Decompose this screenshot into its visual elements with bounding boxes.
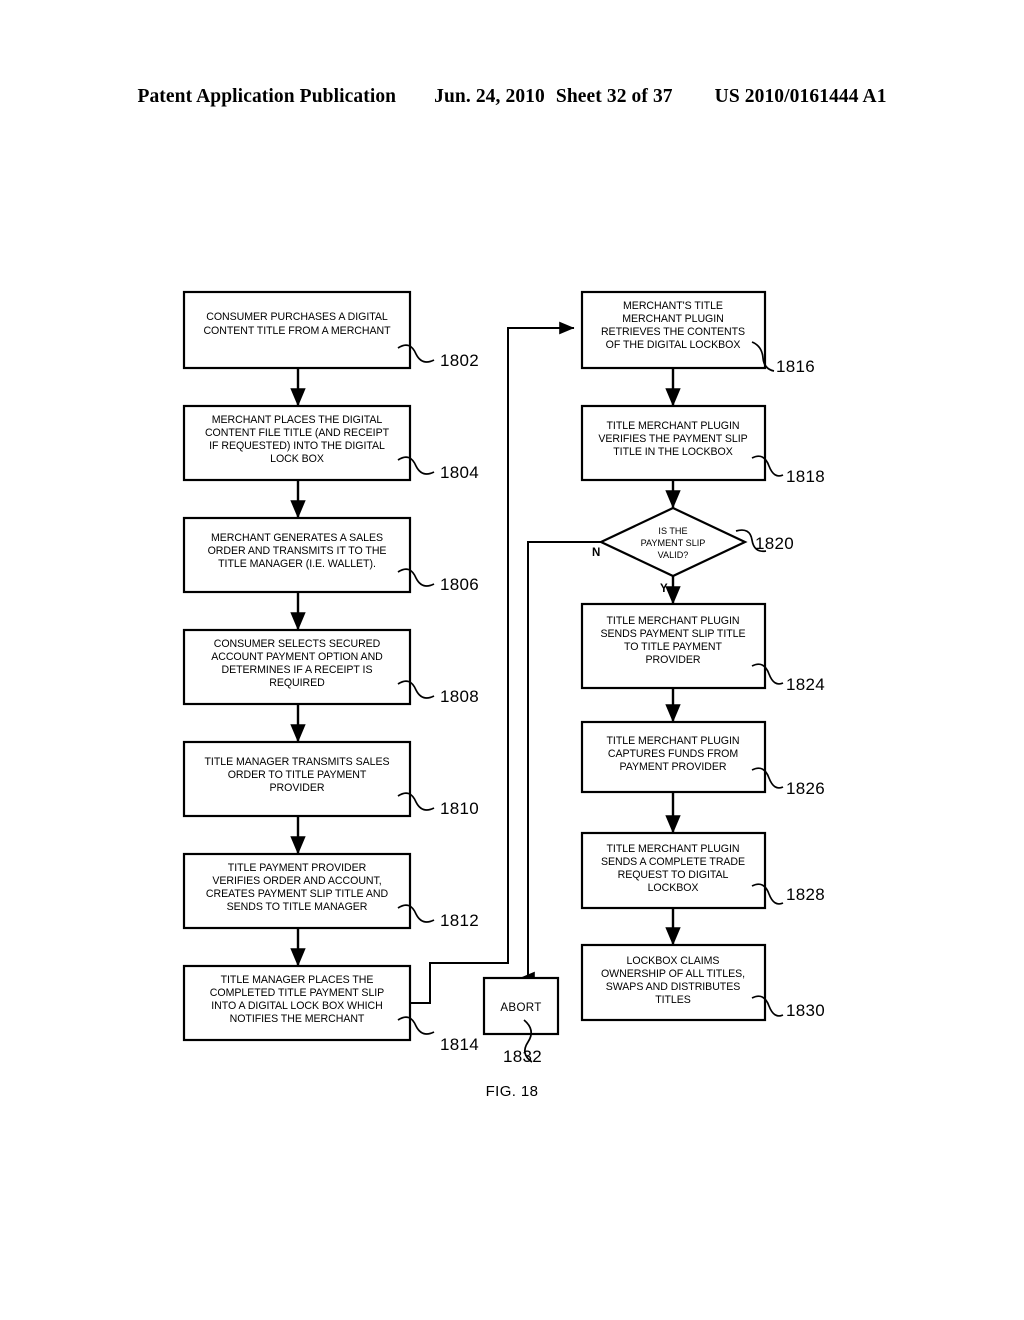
node-1812-line-2: CREATES PAYMENT SLIP TITLE AND <box>206 888 389 900</box>
ref-label-1802: 1802 <box>440 351 479 370</box>
node-1818-line-0: TITLE MERCHANT PLUGIN <box>607 420 740 432</box>
node-1824-line-2: TO TITLE PAYMENT <box>624 641 722 653</box>
node-1818-line-1: VERIFIES THE PAYMENT SLIP <box>598 433 747 445</box>
node-1832-label: ABORT <box>500 1001 541 1014</box>
node-1810-line-0: TITLE MANAGER TRANSMITS SALES <box>205 756 390 768</box>
node-1804-line-0: MERCHANT PLACES THE DIGITAL <box>212 414 383 426</box>
node-1810-line-2: PROVIDER <box>270 782 325 794</box>
node-1826-line-0: TITLE MERCHANT PLUGIN <box>607 735 740 747</box>
flow-node-1824[interactable]: TITLE MERCHANT PLUGIN SENDS PAYMENT SLIP… <box>580 602 825 694</box>
node-1802-line-0: CONSUMER PURCHASES A DIGITAL <box>206 311 388 323</box>
flow-node-1820-decision[interactable]: IS THE PAYMENT SLIP VALID? 1820 N Y <box>592 506 794 595</box>
node-1826-line-1: CAPTURES FUNDS FROM <box>608 748 738 760</box>
ref-label-1818: 1818 <box>786 467 825 486</box>
node-1828-line-3: LOCKBOX <box>648 882 699 894</box>
node-1826-line-2: PAYMENT PROVIDER <box>620 761 727 773</box>
flow-node-1830[interactable]: LOCKBOX CLAIMS OWNERSHIP OF ALL TITLES, … <box>580 943 825 1022</box>
patent-figure-page: Patent Application Publication Jun. 24, … <box>0 0 1024 1320</box>
ref-label-1804: 1804 <box>440 463 479 482</box>
node-1806-line-1: ORDER AND TRANSMITS IT TO THE <box>208 545 387 557</box>
node-1814-line-2: INTO A DIGITAL LOCK BOX WHICH <box>211 1000 382 1012</box>
node-1814-line-1: COMPLETED TITLE PAYMENT SLIP <box>210 987 384 999</box>
flow-node-1804[interactable]: MERCHANT PLACES THE DIGITAL CONTENT FILE… <box>182 404 479 482</box>
node-1828-line-0: TITLE MERCHANT PLUGIN <box>607 843 740 855</box>
flow-node-1812[interactable]: TITLE PAYMENT PROVIDER VERIFIES ORDER AN… <box>182 852 479 930</box>
flow-node-1806[interactable]: MERCHANT GENERATES A SALES ORDER AND TRA… <box>182 516 479 594</box>
node-1806-line-2: TITLE MANAGER (I.E. WALLET). <box>218 558 376 570</box>
node-1830-line-3: TITLES <box>655 994 691 1006</box>
figure-caption: FIG. 18 <box>485 1083 539 1100</box>
ref-label-1824: 1824 <box>786 675 825 694</box>
ref-label-1814: 1814 <box>440 1035 479 1054</box>
flow-node-1802[interactable]: CONSUMER PURCHASES A DIGITAL CONTENT TIT… <box>182 290 479 370</box>
node-1804-line-1: CONTENT FILE TITLE (AND RECEIPT <box>205 427 390 439</box>
node-1810-line-1: ORDER TO TITLE PAYMENT <box>228 769 367 781</box>
ref-label-1820: 1820 <box>755 534 794 553</box>
node-1816-line-2: RETRIEVES THE CONTENTS <box>601 326 745 338</box>
node-1808-line-3: REQUIRED <box>269 677 325 689</box>
flow-node-1810[interactable]: TITLE MANAGER TRANSMITS SALES ORDER TO T… <box>182 740 479 818</box>
node-1812-line-1: VERIFIES ORDER AND ACCOUNT, <box>212 875 381 887</box>
branch-label-no: N <box>592 547 600 559</box>
flow-node-1808[interactable]: CONSUMER SELECTS SECURED ACCOUNT PAYMENT… <box>182 628 479 706</box>
node-1802-line-1: CONTENT TITLE FROM A MERCHANT <box>203 325 391 337</box>
node-1814-line-0: TITLE MANAGER PLACES THE <box>221 974 374 986</box>
node-1820-line-2: VALID? <box>658 550 689 560</box>
node-1804-line-2: IF REQUESTED) INTO THE DIGITAL <box>209 440 385 452</box>
node-1804-line-3: LOCK BOX <box>270 453 324 465</box>
ref-label-1830: 1830 <box>786 1001 825 1020</box>
node-1830-line-0: LOCKBOX CLAIMS <box>627 955 720 967</box>
node-1808-line-1: ACCOUNT PAYMENT OPTION AND <box>211 651 383 663</box>
ref-label-1828: 1828 <box>786 885 825 904</box>
node-1816-line-1: MERCHANT PLUGIN <box>622 313 723 325</box>
edge-1814-to-1816 <box>410 321 575 1004</box>
ref-label-1810: 1810 <box>440 799 479 818</box>
node-1808-line-2: DETERMINES IF A RECEIPT IS <box>222 664 373 676</box>
node-1818-line-2: TITLE IN THE LOCKBOX <box>613 446 732 458</box>
flow-node-1832-abort[interactable]: ABORT 1832 <box>482 976 560 1066</box>
node-1828-line-1: SENDS A COMPLETE TRADE <box>601 856 745 868</box>
flowchart-diagram: CONSUMER PURCHASES A DIGITAL CONTENT TIT… <box>182 290 825 1066</box>
node-1828-line-2: REQUEST TO DIGITAL <box>618 869 729 881</box>
ref-label-1812: 1812 <box>440 911 479 930</box>
node-1824-line-1: SENDS PAYMENT SLIP TITLE <box>600 628 745 640</box>
node-1812-line-0: TITLE PAYMENT PROVIDER <box>228 862 367 874</box>
flow-node-1826[interactable]: TITLE MERCHANT PLUGIN CAPTURES FUNDS FRO… <box>580 720 825 798</box>
node-1812-line-3: SENDS TO TITLE MANAGER <box>227 901 368 913</box>
node-1830-line-1: OWNERSHIP OF ALL TITLES, <box>601 968 745 980</box>
node-1824-line-3: PROVIDER <box>646 654 701 666</box>
flow-node-1828[interactable]: TITLE MERCHANT PLUGIN SENDS A COMPLETE T… <box>580 831 825 910</box>
ref-label-1808: 1808 <box>440 687 479 706</box>
node-1814-line-3: NOTIFIES THE MERCHANT <box>230 1013 365 1025</box>
node-1816-line-3: OF THE DIGITAL LOCKBOX <box>606 339 741 351</box>
flow-node-1816[interactable]: MERCHANT'S TITLE MERCHANT PLUGIN RETRIEV… <box>580 290 815 376</box>
node-1824-line-0: TITLE MERCHANT PLUGIN <box>607 615 740 627</box>
node-1816-line-0: MERCHANT'S TITLE <box>623 300 723 312</box>
branch-label-yes: Y <box>660 583 668 595</box>
ref-label-1816: 1816 <box>776 357 815 376</box>
flow-node-1818[interactable]: TITLE MERCHANT PLUGIN VERIFIES THE PAYME… <box>580 404 825 486</box>
ref-label-1826: 1826 <box>786 779 825 798</box>
ref-label-1832: 1832 <box>503 1047 542 1066</box>
node-1820-line-1: PAYMENT SLIP <box>641 538 706 548</box>
node-1820-line-0: IS THE <box>658 526 687 536</box>
ref-label-1806: 1806 <box>440 575 479 594</box>
node-1830-line-2: SWAPS AND DISTRIBUTES <box>606 981 741 993</box>
node-1806-line-0: MERCHANT GENERATES A SALES <box>211 532 383 544</box>
flow-node-1814[interactable]: TITLE MANAGER PLACES THE COMPLETED TITLE… <box>182 964 479 1054</box>
node-1808-line-0: CONSUMER SELECTS SECURED <box>214 638 381 650</box>
